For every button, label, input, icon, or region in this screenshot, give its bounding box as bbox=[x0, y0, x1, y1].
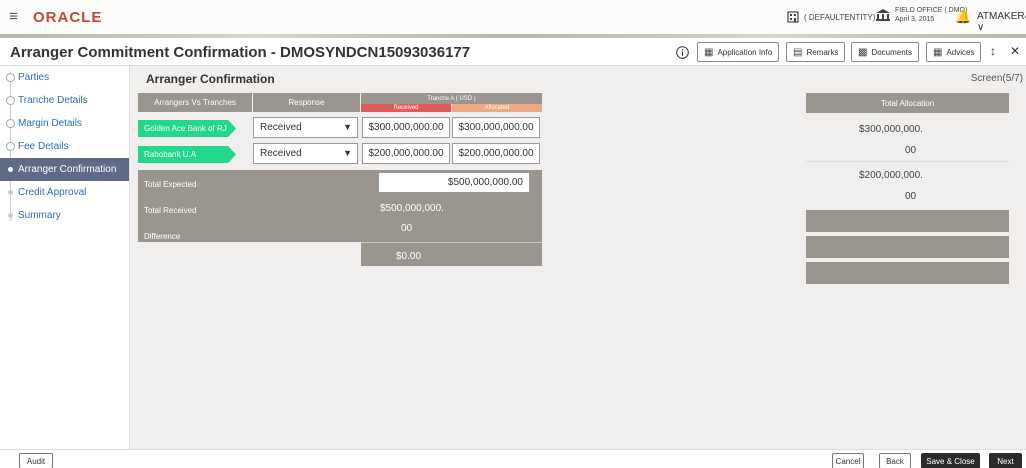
sidebar-item-summary[interactable]: Summary bbox=[0, 204, 129, 227]
advices-label: Advices bbox=[946, 47, 975, 57]
bank-icon bbox=[876, 9, 890, 21]
response-value: Received bbox=[260, 122, 302, 133]
documents-label: Documents bbox=[871, 47, 912, 57]
sidebar-item-tranche-details[interactable]: Tranche Details bbox=[0, 89, 129, 112]
main-content: Arranger Confirmation Screen(5/7) Arrang… bbox=[131, 66, 1026, 449]
user-name: ATMAKER4 bbox=[977, 11, 1026, 22]
total-allocation-header: Total Allocation bbox=[806, 93, 1009, 113]
sidebar-item-label: Arranger Confirmation bbox=[18, 164, 117, 175]
application-info-button[interactable]: ▦ Application Info bbox=[697, 42, 780, 62]
section-title: Arranger Confirmation bbox=[146, 72, 275, 86]
step-dot-icon bbox=[8, 213, 13, 218]
tranche-allocated-header: Allocated bbox=[452, 104, 542, 112]
dropdown-caret-icon: ▼ bbox=[343, 148, 352, 158]
sidebar-item-parties[interactable]: Parties bbox=[0, 66, 129, 89]
total-allocation-blank-row bbox=[806, 236, 1009, 258]
total-expected-label: Total Expected bbox=[144, 180, 197, 189]
top-bar: ≡ ORACLE ( DEFAULTENTITY) FIELD OFFICE (… bbox=[0, 0, 1026, 34]
sidebar-item-label: Tranche Details bbox=[18, 95, 88, 106]
total-allocation-value-line1: $200,000,000. bbox=[859, 170, 923, 181]
step-circle-icon bbox=[6, 119, 15, 128]
close-icon[interactable]: ✕ bbox=[1010, 44, 1020, 58]
sidebar-nav: Parties Tranche Details Margin Details F… bbox=[0, 66, 130, 449]
back-button[interactable]: Back bbox=[879, 453, 911, 468]
info-icon bbox=[675, 45, 689, 59]
sidebar-item-label: Credit Approval bbox=[18, 187, 87, 198]
user-menu[interactable]: ATMAKER4 ∨ bbox=[977, 11, 1026, 33]
chevron-down-icon: ∨ bbox=[977, 22, 985, 33]
application-info-icon: ▦ bbox=[704, 46, 714, 58]
sidebar-item-label: Margin Details bbox=[18, 118, 82, 129]
sidebar-item-credit-approval[interactable]: Credit Approval bbox=[0, 181, 129, 204]
save-close-button[interactable]: Save & Close bbox=[921, 453, 980, 468]
application-info-label: Application Info bbox=[717, 47, 773, 57]
hamburger-menu-icon[interactable]: ≡ bbox=[9, 9, 18, 24]
remarks-label: Remarks bbox=[806, 47, 839, 57]
total-allocation-value-line2: 00 bbox=[905, 145, 917, 156]
total-received-value-line2: 00 bbox=[401, 223, 413, 234]
total-allocation-value-line1: $300,000,000. bbox=[859, 124, 923, 135]
sidebar-item-label: Parties bbox=[18, 72, 50, 83]
received-amount-input[interactable]: $300,000,000.00 bbox=[362, 117, 450, 138]
cancel-button[interactable]: Cancel bbox=[832, 453, 864, 468]
step-circle-icon bbox=[6, 142, 15, 151]
documents-icon: ▩ bbox=[858, 46, 868, 58]
bell-icon[interactable]: 🔔 bbox=[955, 9, 971, 25]
sidebar-item-label: Summary bbox=[18, 210, 61, 221]
sidebar-item-fee-details[interactable]: Fee Details bbox=[0, 135, 129, 158]
page-title: Arranger Commitment Confirmation - DMOSY… bbox=[10, 44, 471, 61]
response-column-header: Response bbox=[253, 93, 360, 112]
arranger-tag: Golden Ace Bank of RJ bbox=[138, 120, 236, 137]
allocated-amount-input[interactable]: $200,000,000.00 bbox=[452, 143, 540, 164]
received-amount-input[interactable]: $200,000,000.00 bbox=[362, 143, 450, 164]
total-allocation-blank-row bbox=[806, 210, 1009, 232]
tranche-received-header: Received bbox=[361, 104, 451, 112]
step-circle-icon bbox=[6, 96, 15, 105]
arrangers-column-header: Arrangers Vs Tranches bbox=[138, 93, 252, 112]
building-icon bbox=[787, 11, 799, 23]
title-bar: Arranger Commitment Confirmation - DMOSY… bbox=[0, 38, 1026, 66]
total-received-label: Total Received bbox=[144, 206, 197, 215]
info-button[interactable] bbox=[672, 42, 692, 62]
entity-selector[interactable]: ( DEFAULTENTITY) bbox=[787, 11, 875, 23]
sidebar-item-arranger-confirmation[interactable]: Arranger Confirmation bbox=[0, 158, 129, 181]
allocated-amount-input[interactable]: $300,000,000.00 bbox=[452, 117, 540, 138]
advices-button[interactable]: ▦ Advices bbox=[926, 42, 982, 62]
documents-button[interactable]: ▩ Documents bbox=[851, 42, 919, 62]
step-dot-icon bbox=[8, 190, 13, 195]
entity-label: ( DEFAULTENTITY) bbox=[804, 12, 876, 22]
difference-label: Difference bbox=[144, 232, 181, 241]
arranger-tag: Rabobank U.A bbox=[138, 146, 236, 163]
next-button[interactable]: Next bbox=[989, 453, 1022, 468]
total-allocation-blank-row bbox=[806, 262, 1009, 284]
advices-icon: ▦ bbox=[933, 46, 943, 58]
office-selector[interactable]: FIELD OFFICE ( DMO) April 3, 2015 bbox=[876, 6, 967, 24]
audit-button[interactable]: Audit bbox=[19, 453, 53, 468]
remarks-button[interactable]: ▤ Remarks bbox=[786, 42, 846, 62]
tranche-header: Tranche A ( USD ) bbox=[361, 93, 542, 104]
remarks-icon: ▤ bbox=[793, 46, 803, 58]
sidebar-item-margin-details[interactable]: Margin Details bbox=[0, 112, 129, 135]
expand-icon[interactable]: ↕ bbox=[990, 44, 996, 58]
response-value: Received bbox=[260, 148, 302, 159]
step-dot-icon bbox=[8, 167, 13, 172]
total-received-value-line1: $500,000,000. bbox=[380, 203, 444, 214]
oracle-logo: ORACLE bbox=[33, 9, 103, 26]
difference-value: $0.00 bbox=[396, 251, 422, 262]
sidebar-item-label: Fee Details bbox=[18, 141, 69, 152]
response-select[interactable]: Received ▼ bbox=[253, 143, 358, 164]
footer-bar: Audit Cancel Back Save & Close Next bbox=[0, 449, 1026, 468]
total-allocation-value-line2: 00 bbox=[905, 191, 917, 202]
dropdown-caret-icon: ▼ bbox=[343, 122, 352, 132]
row-divider bbox=[806, 161, 1009, 162]
total-expected-input[interactable]: $500,000,000.00 bbox=[378, 172, 530, 193]
response-select[interactable]: Received ▼ bbox=[253, 117, 358, 138]
step-circle-icon bbox=[6, 73, 15, 82]
screen-counter: Screen(5/7) bbox=[970, 73, 1023, 84]
row-divider bbox=[361, 242, 542, 243]
